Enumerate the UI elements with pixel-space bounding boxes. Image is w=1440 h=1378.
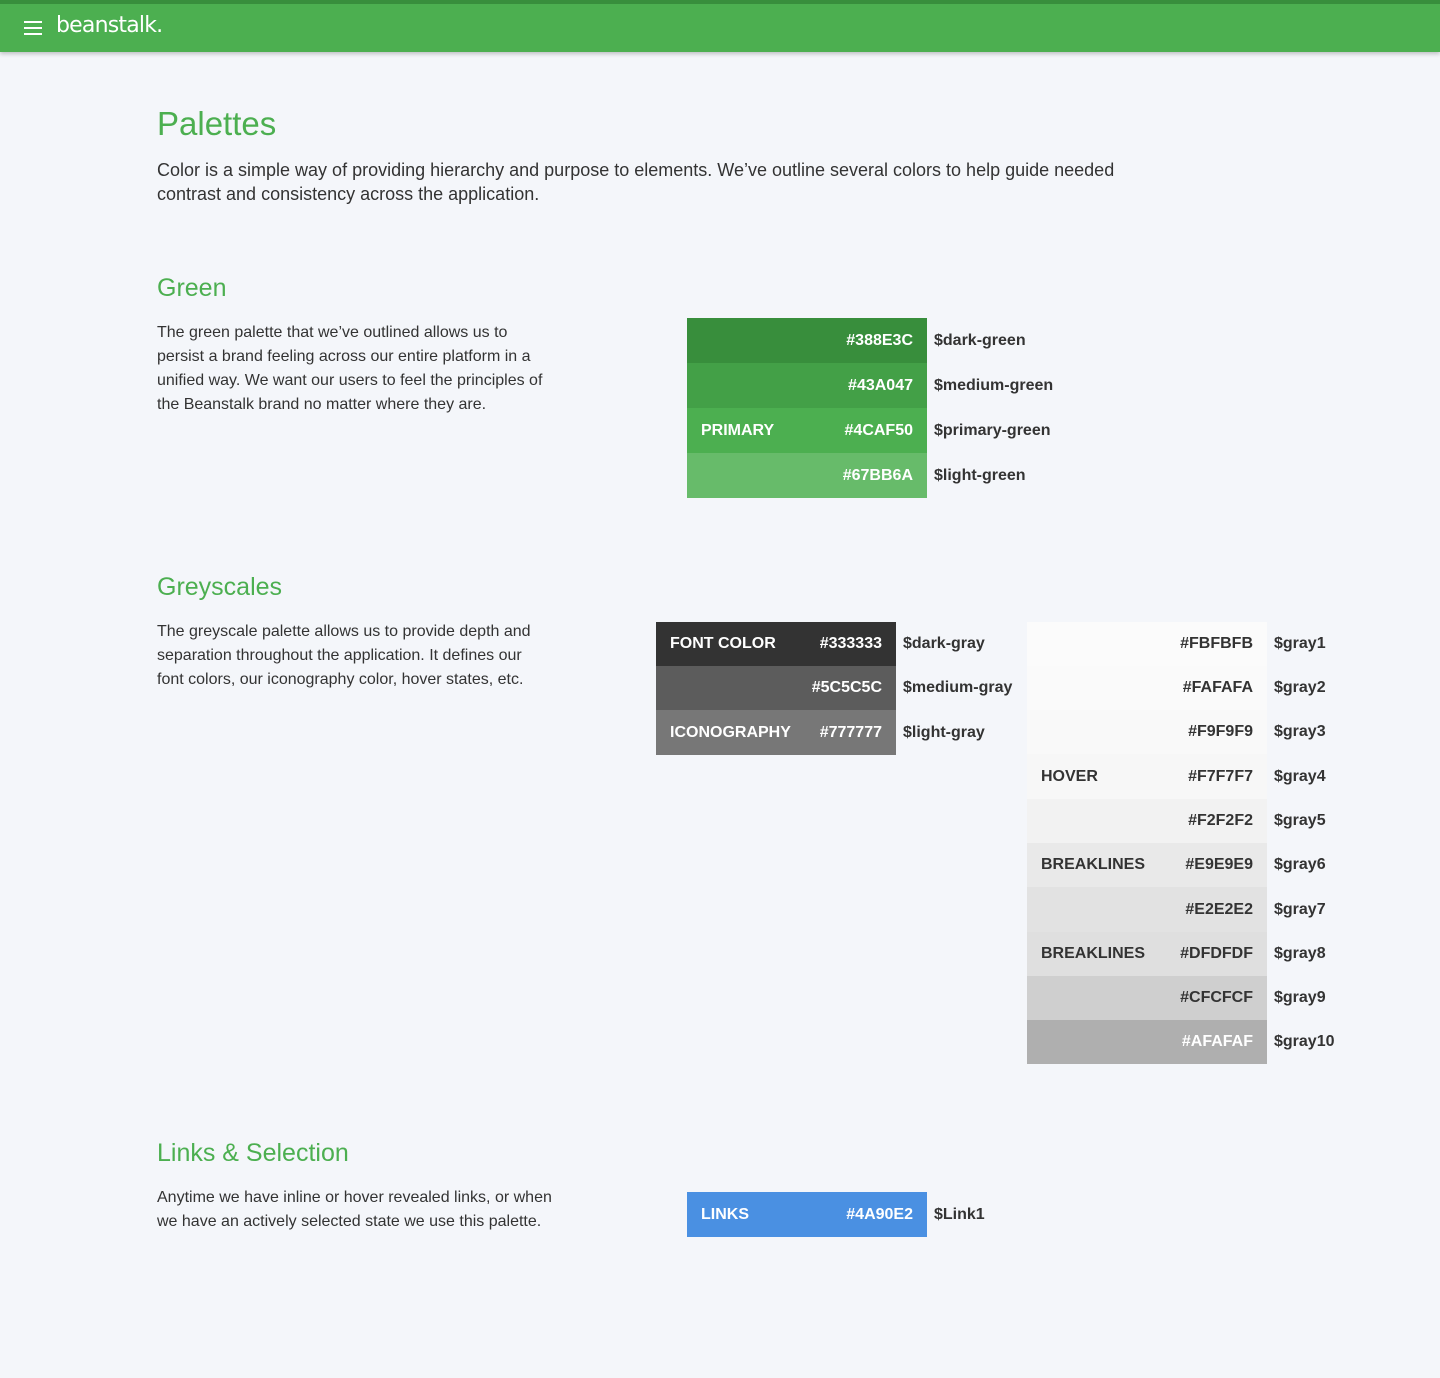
hamburger-menu-icon[interactable]: [24, 21, 42, 35]
swatch-variable-name: $gray5: [1274, 812, 1326, 829]
swatch-variable-name: $medium-green: [934, 376, 1054, 394]
page-intro: Color is a simple way of providing hiera…: [157, 160, 1115, 204]
swatch-hex: #4CAF50: [844, 421, 913, 439]
swatch-label: LINKS: [701, 1205, 749, 1223]
greyscales-section-title: Greyscales: [157, 573, 283, 601]
color-swatch: #F9F9F9: [1027, 710, 1267, 754]
swatch-variable-name: $dark-green: [934, 331, 1026, 349]
swatch-hex: #67BB6A: [842, 466, 913, 484]
color-swatch: #FAFAFA: [1027, 666, 1267, 710]
swatch-hex: #CFCFCF: [1180, 989, 1253, 1006]
swatch-variable-name: $gray3: [1274, 723, 1326, 740]
logo[interactable]: beanstalk.: [56, 13, 163, 38]
swatch-variable-name: $dark-gray: [903, 635, 985, 652]
swatch-hex: #F2F2F2: [1188, 812, 1253, 829]
swatch-hex: #FBFBFB: [1180, 635, 1253, 652]
swatch-variable-name: $Link1: [934, 1205, 985, 1223]
swatch-variable-name: $gray8: [1274, 945, 1326, 962]
color-swatch: #388E3C: [687, 318, 927, 363]
green-section-title: Green: [157, 274, 227, 302]
swatch-hex: #333333: [819, 635, 882, 652]
swatch-variable-name: $medium-gray: [903, 679, 1013, 696]
swatch-hex: #43A047: [848, 376, 913, 394]
swatch-hex: #5C5C5C: [811, 679, 882, 696]
swatch-hex: #DFDFDF: [1180, 945, 1253, 962]
swatch-variable-name: $gray9: [1274, 989, 1326, 1006]
swatch-variable-name: $light-gray: [903, 723, 985, 741]
swatch-label: BREAKLINES: [1041, 945, 1146, 962]
swatch-hex: #F7F7F7: [1188, 767, 1253, 785]
page-title: Palettes: [157, 105, 277, 142]
color-swatch: #43A047: [687, 363, 927, 408]
swatch-label: BREAKLINES: [1041, 856, 1146, 873]
swatch-label: ICONOGRAPHY: [670, 723, 791, 741]
swatch-variable-name: $gray1: [1274, 635, 1326, 652]
green-section-description: The green palette that we’ve outlined al…: [157, 324, 543, 413]
swatch-variable-name: $light-green: [934, 466, 1026, 484]
color-swatch: #5C5C5C: [656, 666, 896, 710]
swatch-variable-name: $gray6: [1274, 856, 1326, 873]
color-swatch: #67BB6A: [687, 453, 927, 498]
swatch-label: HOVER: [1041, 767, 1098, 785]
swatch-variable-name: $gray2: [1274, 679, 1326, 696]
color-swatch: PRIMARY #4CAF50: [687, 408, 927, 453]
color-swatch: FONT COLOR #333333: [656, 622, 896, 666]
color-swatch: #AFAFAF: [1027, 1020, 1267, 1064]
color-swatch: #FBFBFB: [1027, 622, 1267, 666]
swatch-label: PRIMARY: [701, 421, 775, 439]
swatch-hex: #AFAFAF: [1181, 1033, 1253, 1050]
swatch-hex: #FAFAFA: [1182, 679, 1253, 696]
swatch-hex: #F9F9F9: [1188, 723, 1253, 740]
swatch-variable-name: $gray4: [1274, 767, 1326, 785]
greyscales-section-description: The greyscale palette allows us to provi…: [157, 623, 531, 688]
top-bar: beanstalk.: [0, 0, 1440, 52]
color-swatch: #E2E2E2: [1027, 887, 1267, 932]
swatch-variable-name: $gray10: [1274, 1033, 1335, 1050]
swatch-hex: #777777: [819, 723, 882, 741]
swatch-hex: #E2E2E2: [1185, 900, 1253, 918]
swatch-hex: #388E3C: [846, 331, 913, 349]
color-swatch: HOVER #F7F7F7: [1027, 754, 1267, 799]
swatch-label: FONT COLOR: [670, 635, 776, 652]
color-swatch: #CFCFCF: [1027, 976, 1267, 1020]
links-section-title: Links & Selection: [157, 1139, 349, 1167]
color-swatch: #F2F2F2: [1027, 799, 1267, 843]
links-section-description: Anytime we have inline or hover revealed…: [157, 1189, 552, 1230]
swatch-variable-name: $primary-green: [934, 421, 1051, 439]
color-swatch: BREAKLINES #DFDFDF: [1027, 932, 1267, 976]
color-swatch: ICONOGRAPHY #777777: [656, 710, 896, 755]
swatch-hex: #4A90E2: [846, 1205, 913, 1223]
color-swatch: BREAKLINES #E9E9E9: [1027, 843, 1267, 887]
swatch-hex: #E9E9E9: [1185, 856, 1253, 873]
swatch-variable-name: $gray7: [1274, 900, 1326, 918]
color-swatch: LINKS #4A90E2: [687, 1192, 927, 1237]
